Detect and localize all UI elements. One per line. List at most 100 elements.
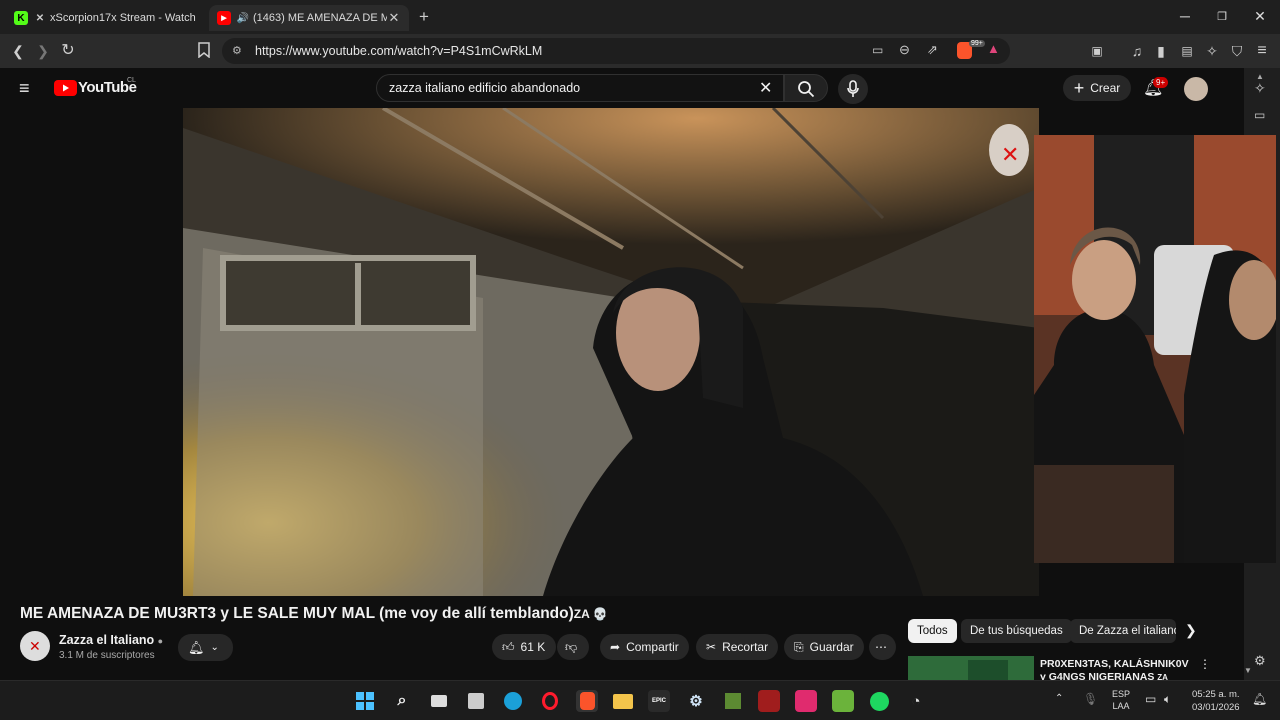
subscription-bell-button[interactable]: 🔔︎ ⌄ [178, 634, 233, 661]
youtube-header: ≡ YouTube CL zazza italiano edificio aba… [0, 68, 1244, 108]
clip-button[interactable]: ✂ Recortar [696, 634, 779, 660]
more-icon: ⋯ [875, 640, 887, 654]
plus-icon: + [1073, 78, 1085, 98]
menu-icon[interactable]: ≡ [1253, 42, 1271, 60]
youtube-logo-icon[interactable] [54, 80, 77, 96]
chevron-down-icon: ⌄ [210, 642, 219, 653]
tray-overflow-icon[interactable]: ⌃ [1055, 693, 1063, 704]
app-icon-notifications[interactable]: ◔ [905, 690, 927, 712]
epic-games-icon[interactable]: EPIC [648, 690, 670, 712]
language-code: ESP [1112, 689, 1131, 699]
microsoft-store-icon[interactable] [465, 690, 487, 712]
thumbs-down-icon: 👎︎ [565, 639, 578, 654]
tab-youtube-video[interactable]: ▶ 🔊 (1463) ME AMENAZA DE MU3 ✕ [209, 5, 409, 31]
close-window-icon[interactable]: ✕ [1250, 8, 1270, 25]
task-view-icon[interactable] [428, 690, 450, 712]
brave-rewards-icon[interactable]: ▲ [987, 41, 1000, 56]
kick-icon: K [14, 11, 28, 25]
chip-from-searches[interactable]: De tus búsquedas [961, 619, 1072, 643]
share-label: Compartir [626, 640, 679, 654]
file-explorer-icon[interactable] [612, 690, 634, 712]
tab-kick-stream[interactable]: K ✕ xScorpion17x Stream - Watch Liv [6, 5, 206, 31]
youtube-icon: ▶ [217, 11, 231, 25]
dislike-button[interactable]: 👎︎ [557, 634, 589, 660]
input-language[interactable]: ESP LAA [1112, 688, 1130, 712]
save-button[interactable]: ⎘ Guardar [784, 634, 864, 660]
sidebar-icon[interactable]: ▮ [1152, 42, 1170, 60]
minecraft-icon[interactable] [722, 690, 744, 712]
reload-icon[interactable]: ↻ [59, 42, 77, 60]
game-icon-green[interactable] [832, 690, 854, 712]
cast-icon[interactable]: ▭ [872, 43, 883, 57]
next-video-thumbnail[interactable] [908, 656, 1034, 680]
back-icon[interactable]: ❮ [9, 42, 27, 60]
new-tab-button[interactable]: + [419, 7, 429, 27]
steam-icon[interactable]: ⚙ [685, 690, 707, 712]
brave-icon[interactable] [576, 690, 598, 712]
leo-ai-icon[interactable]: ✧ [1203, 42, 1221, 60]
volume-icon[interactable]: 🔈︎ [1164, 692, 1171, 707]
chips-next-arrow-icon[interactable]: ❯ [1185, 622, 1197, 639]
spotify-icon[interactable] [868, 690, 890, 712]
edge-icon[interactable] [502, 690, 524, 712]
opera-icon[interactable] [539, 690, 561, 712]
subscriber-count: 3.1 M de suscriptores [59, 650, 155, 661]
zoom-icon[interactable]: ⊖ [899, 42, 910, 58]
chip-from-channel[interactable]: De Zazza el italiano [1070, 619, 1176, 643]
channel-name-text: Zazza el Italiano [59, 633, 155, 647]
search-button[interactable] [784, 74, 828, 102]
voice-search-button[interactable] [838, 74, 868, 104]
site-info-icon[interactable]: ⚙ [232, 44, 242, 57]
share-button[interactable]: ➦ Compartir [600, 634, 689, 660]
search-input[interactable]: zazza italiano edificio abandonado ✕ [376, 74, 784, 102]
sidebar-settings-icon[interactable]: ⚙ [1254, 653, 1266, 669]
channel-watermark: ✕ [989, 124, 1029, 176]
muted-icon: ✕ [35, 12, 45, 24]
bell-icon: 🔔︎ [188, 639, 205, 655]
browser-tab-strip: K ✕ xScorpion17x Stream - Watch Liv ▶ 🔊 … [0, 0, 1280, 34]
scroll-down-arrow[interactable]: ▼ [1244, 666, 1252, 675]
screenshot-icon[interactable]: ▣ [1088, 42, 1106, 60]
bookmark-icon[interactable] [195, 42, 213, 60]
clock[interactable]: 05:25 a. m. 03/01/2026 [1192, 688, 1240, 714]
url-text: https://www.youtube.com/watch?v=P4S1mCwR… [255, 44, 543, 58]
channel-name[interactable]: Zazza el Italiano ● [59, 633, 163, 647]
hamburger-menu-icon[interactable]: ≡ [19, 78, 30, 99]
pin-icon[interactable]: ✧ [1254, 80, 1266, 97]
network-icon[interactable]: ▭ [1145, 692, 1156, 706]
vpn-icon[interactable]: ⛉ [1228, 42, 1246, 60]
next-video-title-suffix: ZA [1157, 673, 1168, 680]
webcam-frame [1034, 135, 1276, 563]
minimize-icon[interactable]: ─ [1175, 8, 1195, 24]
wallet-icon[interactable]: ▤ [1178, 42, 1196, 60]
microphone-tray-icon[interactable]: 🎙︎ [1083, 692, 1098, 706]
game-icon-red[interactable] [758, 690, 780, 712]
next-video-menu-icon[interactable]: ⋮ [1199, 657, 1211, 671]
start-icon[interactable] [354, 690, 376, 712]
next-video-title[interactable]: PR0XEN3TAS, KALÁSHNIK0V y G4NGS NIGERIAN… [1040, 658, 1195, 680]
create-button[interactable]: + Crear [1063, 75, 1131, 101]
picture-in-picture-icon[interactable]: ▭ [1254, 108, 1265, 122]
like-button[interactable]: 👍︎ 61 K [492, 634, 556, 660]
notification-center-icon[interactable]: 🔔︎ [1252, 692, 1267, 706]
audio-playing-icon[interactable]: 🔊 [237, 11, 249, 25]
more-actions-button[interactable]: ⋯ [869, 634, 896, 660]
channel-avatar[interactable]: ✕ [20, 631, 50, 661]
close-tab-icon[interactable]: ✕ [387, 10, 401, 26]
avatar[interactable] [1184, 77, 1208, 101]
game-icon-pink[interactable] [795, 690, 817, 712]
clear-search-icon[interactable]: ✕ [759, 78, 772, 98]
create-label: Crear [1090, 81, 1121, 95]
share-page-icon[interactable]: ⇗ [927, 42, 938, 58]
chip-all[interactable]: Todos [908, 619, 957, 643]
keyboard-layout: LAA [1112, 701, 1130, 711]
maximize-icon[interactable]: ❐ [1212, 10, 1232, 23]
notifications-badge: 9+ [1153, 77, 1169, 88]
address-bar[interactable]: ⚙ https://www.youtube.com/watch?v=P4S1mC… [222, 38, 1010, 64]
video-player[interactable]: ✕ [183, 108, 1039, 596]
forward-icon[interactable]: ❯ [34, 42, 52, 60]
search-icon[interactable]: ⌕ [391, 690, 413, 712]
webcam-overlay [1034, 135, 1276, 563]
tab-title: xScorpion17x Stream - Watch Liv [50, 12, 198, 24]
media-icon[interactable]: ♫ [1128, 42, 1146, 60]
